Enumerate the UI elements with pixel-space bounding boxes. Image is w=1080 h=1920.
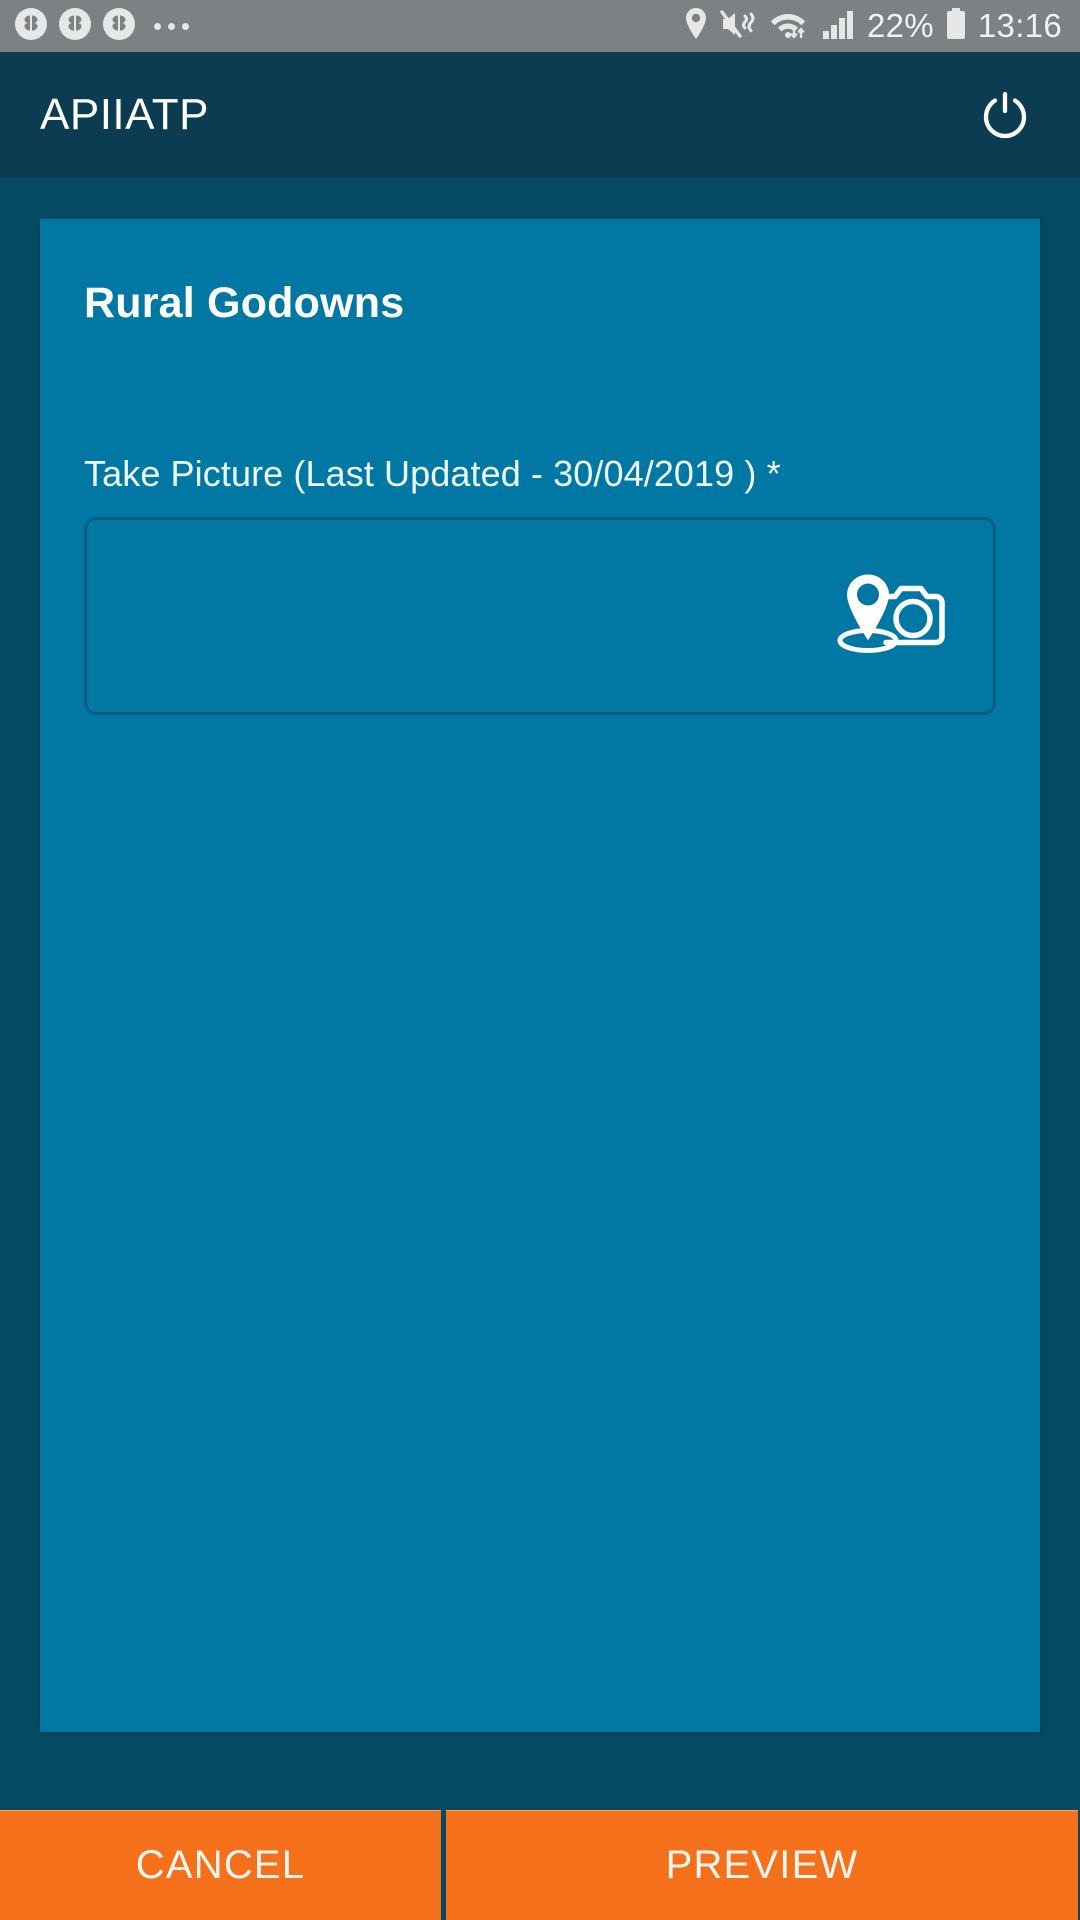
mute-vibrate-icon xyxy=(720,7,758,46)
content-area: Rural Godowns Take Picture (Last Updated… xyxy=(0,177,1080,1920)
take-picture-field[interactable] xyxy=(84,517,996,715)
status-bar-notifications xyxy=(14,7,189,46)
preview-button[interactable]: PREVIEW xyxy=(446,1810,1078,1920)
app-root: 22% 13:16 APIIATP Rural Godowns Take Pic… xyxy=(0,0,1080,1920)
app-clover-icon xyxy=(58,7,92,46)
cancel-button[interactable]: CANCEL xyxy=(0,1810,441,1920)
card-title: Rural Godowns xyxy=(84,279,405,327)
page-title: APIIATP xyxy=(40,89,209,139)
app-bar: APIIATP xyxy=(0,52,1080,177)
action-bar: CANCEL PREVIEW xyxy=(0,1810,1080,1920)
form-card: Rural Godowns Take Picture (Last Updated… xyxy=(40,219,1040,1732)
battery-percent-label: 22% xyxy=(866,7,934,44)
battery-icon xyxy=(945,7,967,46)
more-notifications-icon xyxy=(154,22,189,30)
location-icon xyxy=(683,7,709,46)
clock-label: 13:16 xyxy=(977,7,1062,44)
app-clover-icon xyxy=(102,7,136,46)
geo-camera-icon[interactable] xyxy=(833,571,951,662)
status-bar: 22% 13:16 xyxy=(0,0,1080,52)
app-clover-icon xyxy=(14,7,48,46)
signal-bars-icon xyxy=(822,7,856,46)
wifi-icon xyxy=(769,7,811,46)
take-picture-label: Take Picture (Last Updated - 30/04/2019 … xyxy=(84,453,781,494)
power-icon[interactable] xyxy=(968,78,1042,152)
status-bar-system-icons: 22% 13:16 xyxy=(683,7,1062,46)
